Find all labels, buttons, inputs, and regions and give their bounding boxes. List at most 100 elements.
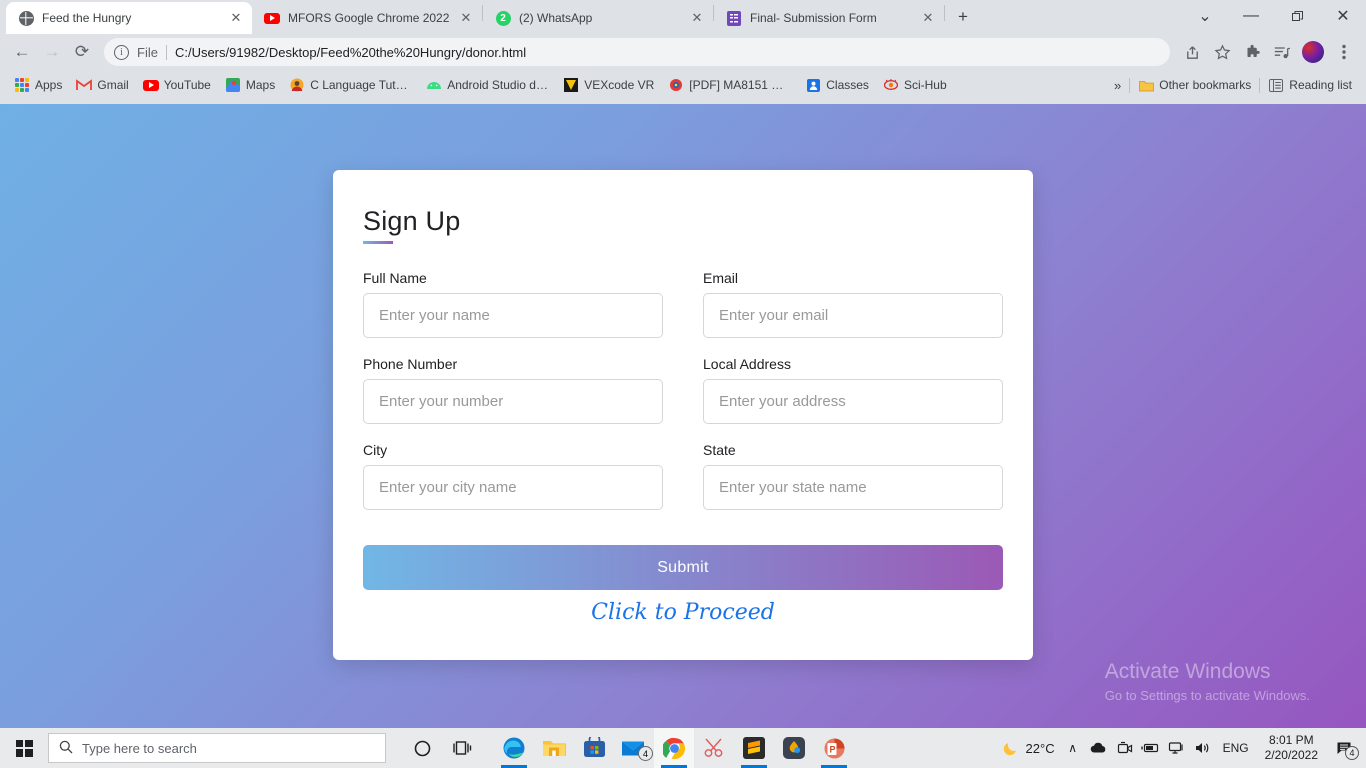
- taskbar-app-snipping-tool[interactable]: [694, 728, 734, 768]
- bookmarks-overflow-button[interactable]: »: [1108, 78, 1127, 93]
- taskbar-app-chrome[interactable]: [654, 728, 694, 768]
- bookmark-label: Maps: [245, 78, 276, 92]
- address-bar[interactable]: i File C:/Users/91982/Desktop/Feed%20the…: [104, 38, 1170, 66]
- clock[interactable]: 8:01 PM 2/20/2022: [1257, 733, 1326, 763]
- tab-close-icon[interactable]: ✕: [920, 10, 936, 26]
- other-bookmarks-button[interactable]: Other bookmarks: [1132, 74, 1257, 96]
- local-address-input[interactable]: [703, 379, 1003, 424]
- email-input[interactable]: [703, 293, 1003, 338]
- close-button[interactable]: ✕: [1320, 0, 1366, 32]
- bookmark-android-studio-doc[interactable]: Android Studio do...: [420, 74, 555, 96]
- minimize-button[interactable]: —: [1228, 0, 1274, 32]
- reading-list-icon[interactable]: [1268, 38, 1296, 66]
- profile-avatar[interactable]: [1302, 41, 1324, 63]
- taskbar-search-box[interactable]: Type here to search: [48, 733, 386, 763]
- taskbar-app-sublime-text[interactable]: [734, 728, 774, 768]
- classes-icon: [805, 77, 821, 93]
- click-to-proceed-link[interactable]: Click to Proceed: [363, 600, 1003, 625]
- task-view-icon[interactable]: [442, 728, 482, 768]
- system-tray: 22°C ∧ ENG 8:01 PM 2/20/2022 4: [1000, 728, 1366, 768]
- bookmark-label: YouTube: [163, 78, 211, 92]
- field-state: State: [703, 442, 1003, 510]
- site-info-icon[interactable]: i: [114, 44, 129, 60]
- bookmark-maps[interactable]: Maps: [219, 74, 281, 96]
- notification-icon[interactable]: 4: [1328, 728, 1362, 768]
- bookmark-label: Android Studio do...: [447, 78, 550, 92]
- reload-button[interactable]: ⟳: [68, 38, 96, 66]
- tab-whatsapp[interactable]: 2 (2) WhatsApp ✕: [483, 2, 713, 34]
- bookmark-gmail[interactable]: Gmail: [70, 74, 134, 96]
- taskbar-app-powerpoint[interactable]: P: [814, 728, 854, 768]
- new-tab-button[interactable]: +: [949, 3, 977, 31]
- maps-icon: [225, 77, 241, 93]
- reading-list-button[interactable]: Reading list: [1262, 74, 1358, 96]
- page-title: Sign Up: [363, 206, 461, 236]
- moon-icon[interactable]: [1000, 728, 1024, 768]
- start-button[interactable]: [0, 728, 48, 768]
- taskbar-app-edge[interactable]: [494, 728, 534, 768]
- bookmark-classes[interactable]: Classes: [799, 74, 875, 96]
- field-label-city: City: [363, 442, 388, 458]
- city-input[interactable]: [363, 465, 663, 510]
- battery-icon[interactable]: [1139, 728, 1163, 768]
- tab-close-icon[interactable]: ✕: [458, 10, 474, 26]
- taskbar-app-paint3d[interactable]: [774, 728, 814, 768]
- bookmark-apps[interactable]: Apps: [8, 74, 68, 96]
- state-input[interactable]: [703, 465, 1003, 510]
- bookmark-label: Sci-Hub: [903, 78, 947, 92]
- screen: Feed the Hungry ✕ MFORS Google Chrome 20…: [0, 0, 1366, 768]
- field-label-phone-number: Phone Number: [363, 356, 458, 372]
- bookmark-youtube[interactable]: YouTube: [137, 74, 217, 96]
- bookmark-vexcode-vr[interactable]: VEXcode VR: [557, 74, 660, 96]
- puzzle-icon[interactable]: [1238, 38, 1266, 66]
- taskbar-app-microsoft-store[interactable]: [574, 728, 614, 768]
- forward-button[interactable]: →: [38, 38, 66, 66]
- globe-icon: [18, 10, 34, 26]
- activate-windows-watermark: Activate Windows Go to Settings to activ…: [1105, 658, 1310, 706]
- maximize-button[interactable]: [1274, 0, 1320, 32]
- tab-search-icon[interactable]: ⌄: [1182, 0, 1228, 32]
- three-dot-menu-icon[interactable]: [1330, 38, 1358, 66]
- scihub-icon: [883, 77, 899, 93]
- tab-close-icon[interactable]: ✕: [689, 10, 705, 26]
- vex-icon: [563, 77, 579, 93]
- cloud-icon[interactable]: [1087, 728, 1111, 768]
- field-label-local-address: Local Address: [703, 356, 791, 372]
- language-indicator[interactable]: ENG: [1217, 741, 1255, 755]
- full-name-input[interactable]: [363, 293, 663, 338]
- taskbar-app-file-explorer[interactable]: [534, 728, 574, 768]
- youtube-icon: [264, 10, 280, 26]
- submit-button[interactable]: Submit: [363, 545, 1003, 590]
- field-phone-number: Phone Number: [363, 356, 663, 424]
- page-viewport: Sign Up Full Name Email Phone Number: [0, 104, 1366, 728]
- page-icon: [289, 77, 305, 93]
- bookmark-c-language-tutorial[interactable]: C Language Tutoria...: [283, 74, 418, 96]
- share-icon[interactable]: [1178, 38, 1206, 66]
- tab-feed-the-hungry[interactable]: Feed the Hungry ✕: [6, 2, 252, 34]
- phone-number-input[interactable]: [363, 379, 663, 424]
- bookmark-pdf-ma8151[interactable]: [PDF] MA8151 Engi...: [662, 74, 797, 96]
- tab-title: MFORS Google Chrome 2022 02: [288, 11, 450, 25]
- whatsapp-icon: 2: [495, 10, 511, 26]
- clock-date: 2/20/2022: [1264, 748, 1318, 762]
- tab-final-submission-form[interactable]: Final- Submission Form ✕: [714, 2, 944, 34]
- signup-fields-grid: Full Name Email Phone Number Local Addre…: [363, 270, 1003, 522]
- taskbar-app-mail[interactable]: 4: [614, 728, 654, 768]
- volume-icon[interactable]: [1191, 728, 1215, 768]
- youtube-icon: [142, 77, 159, 93]
- chevron-up-icon[interactable]: ∧: [1061, 728, 1085, 768]
- mail-badge: 4: [638, 746, 653, 761]
- field-label-email: Email: [703, 270, 739, 286]
- windows-taskbar: Type here to search 4 P 22°C ∧ ENG 8:01 …: [0, 728, 1366, 768]
- tab-close-icon[interactable]: ✕: [228, 10, 244, 26]
- tab-mfors-google-chrome[interactable]: MFORS Google Chrome 2022 02 ✕: [252, 2, 482, 34]
- omnibox-divider: [165, 44, 167, 60]
- cortana-circle-icon[interactable]: [402, 728, 442, 768]
- submit-section: Submit Click to Proceed: [333, 545, 1033, 625]
- camera-icon[interactable]: [1113, 728, 1137, 768]
- star-icon[interactable]: [1208, 38, 1236, 66]
- network-icon[interactable]: [1165, 728, 1189, 768]
- back-button[interactable]: ←: [8, 38, 36, 66]
- bookmark-sci-hub[interactable]: Sci-Hub: [877, 74, 953, 96]
- svg-text:P: P: [829, 744, 835, 754]
